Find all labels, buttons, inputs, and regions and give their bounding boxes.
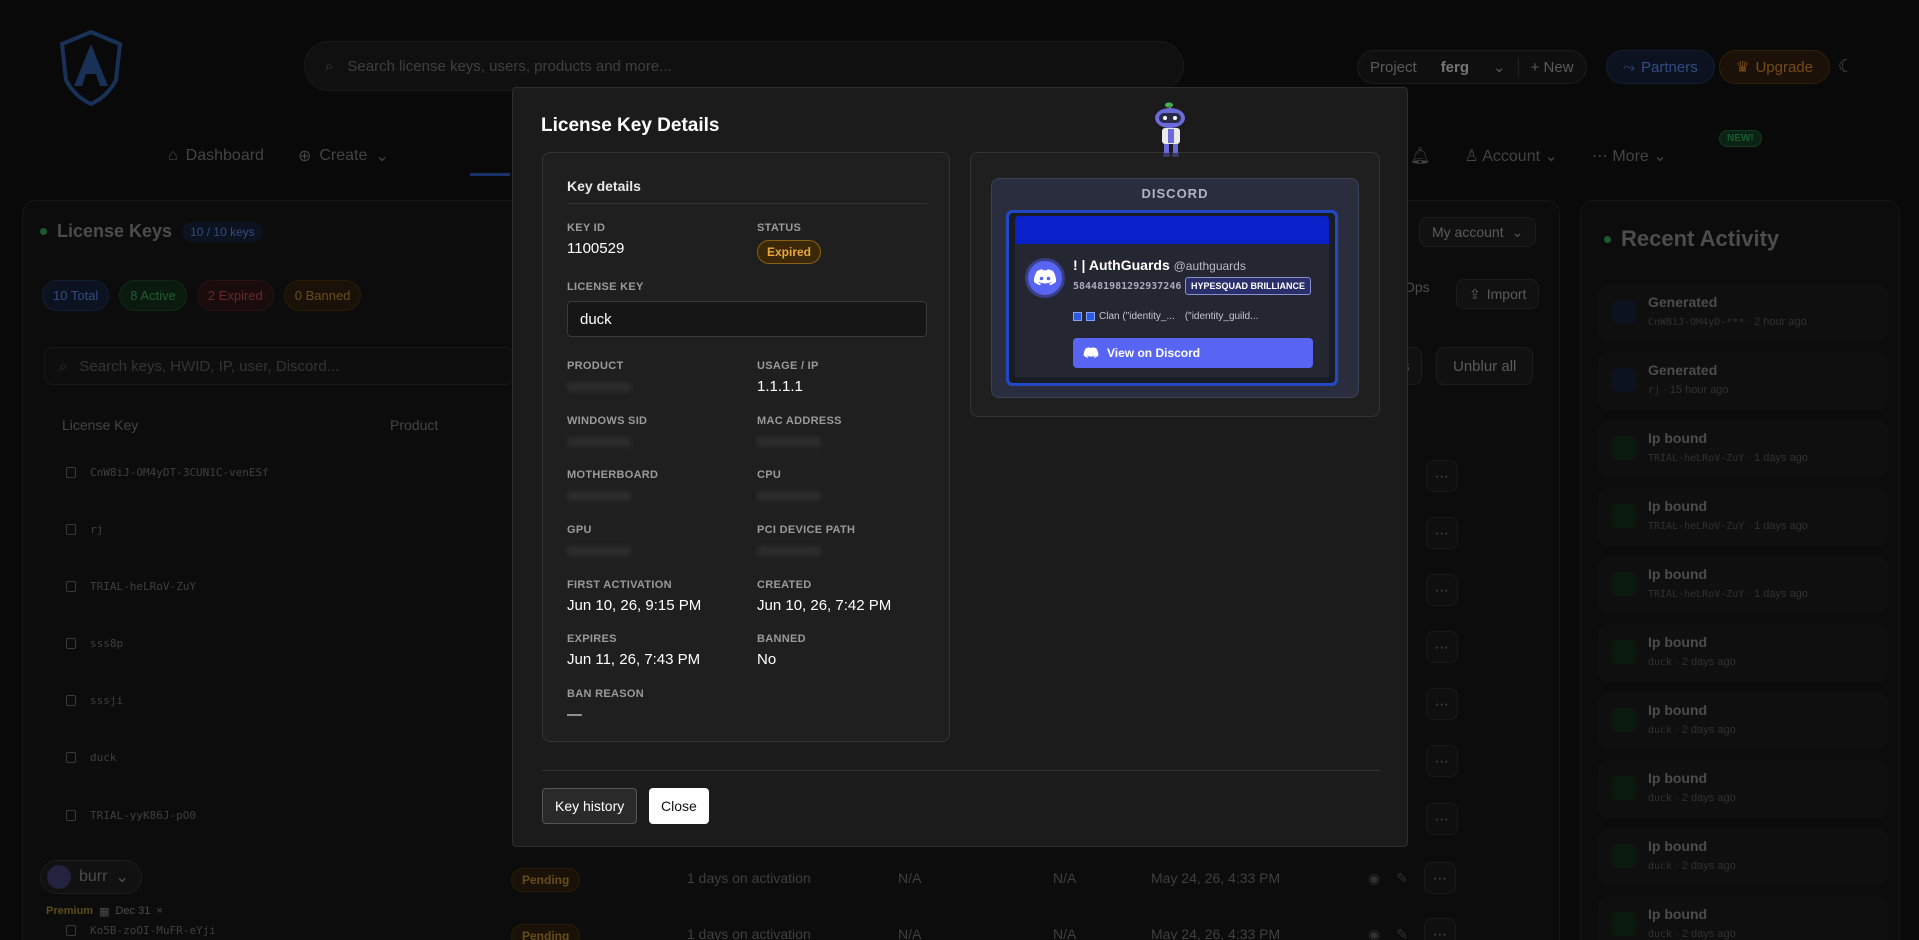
divider bbox=[567, 203, 927, 204]
usage-field: USAGE / IP 1.1.1.1 bbox=[757, 360, 819, 395]
discord-header: DISCORD bbox=[1141, 186, 1209, 201]
blurred-value[interactable] bbox=[567, 491, 631, 501]
divider bbox=[542, 770, 1380, 771]
ban-reason-field: BAN REASON — bbox=[567, 688, 644, 723]
status-badge: Expired bbox=[757, 240, 822, 264]
discord-banner bbox=[1015, 216, 1329, 244]
expires-field: EXPIRES Jun 11, 26, 7:43 PM bbox=[567, 633, 701, 668]
motherboard-field: MOTHERBOARD bbox=[567, 469, 658, 501]
guild-icon bbox=[1073, 312, 1082, 321]
close-button[interactable]: Close bbox=[649, 788, 709, 824]
banned-field: BANNED No bbox=[757, 633, 806, 668]
blurred-value[interactable] bbox=[567, 437, 631, 447]
blurred-value[interactable] bbox=[567, 382, 631, 392]
section-title: Key details bbox=[567, 178, 641, 194]
discord-clans: Clan ("identity_... ("identity_guild... bbox=[1073, 311, 1258, 322]
key-id-field: KEY ID 1100529 bbox=[567, 222, 625, 257]
modal-title: License Key Details bbox=[541, 115, 720, 136]
pci-device-path-field: PCI DEVICE PATH bbox=[757, 524, 855, 556]
license-key-field: LICENSE KEY duck bbox=[567, 281, 927, 337]
license-key-input[interactable]: duck bbox=[567, 301, 927, 337]
blurred-value[interactable] bbox=[757, 491, 821, 501]
created-field: CREATED Jun 10, 26, 7:42 PM bbox=[757, 579, 892, 614]
key-history-button[interactable]: Key history bbox=[542, 788, 638, 824]
status-field: STATUS Expired bbox=[757, 222, 822, 264]
discord-avatar bbox=[1025, 258, 1065, 298]
discord-display-name: ! | AuthGuards @authguards bbox=[1073, 257, 1246, 273]
discord-profile: DISCORD ! | AuthGuards @authguards 58448… bbox=[991, 178, 1359, 398]
discord-user-id: 584481981292937246 bbox=[1073, 281, 1182, 292]
blurred-value[interactable] bbox=[757, 437, 821, 447]
discord-icon bbox=[1083, 347, 1099, 358]
guild-icon bbox=[1086, 312, 1095, 321]
hypesquad-badge: HYPESQUAD BRILLIANCE bbox=[1185, 277, 1312, 295]
discord-profile-frame: ! | AuthGuards @authguards 5844819812929… bbox=[1006, 210, 1338, 386]
mascot-icon bbox=[1155, 102, 1185, 157]
view-on-discord-button[interactable]: View on Discord bbox=[1073, 338, 1313, 368]
windows-sid-field: WINDOWS SID bbox=[567, 415, 647, 447]
license-key-details-modal: License Key Details Key details KEY ID 1… bbox=[512, 87, 1408, 847]
discord-icon bbox=[1033, 269, 1057, 286]
gpu-field: GPU bbox=[567, 524, 631, 556]
product-field: PRODUCT bbox=[567, 360, 631, 392]
usage-value: 1.1.1.1 bbox=[757, 378, 803, 395]
mac-address-field: MAC ADDRESS bbox=[757, 415, 842, 447]
blurred-value[interactable] bbox=[567, 546, 631, 556]
cpu-field: CPU bbox=[757, 469, 821, 501]
blurred-value[interactable] bbox=[757, 546, 821, 556]
key-details-card: Key details KEY ID 1100529 STATUS Expire… bbox=[542, 152, 950, 742]
key-id-value: 1100529 bbox=[567, 240, 625, 257]
first-activation-field: FIRST ACTIVATION Jun 10, 26, 9:15 PM bbox=[567, 579, 702, 614]
discord-card: DISCORD ! | AuthGuards @authguards 58448… bbox=[970, 152, 1380, 417]
